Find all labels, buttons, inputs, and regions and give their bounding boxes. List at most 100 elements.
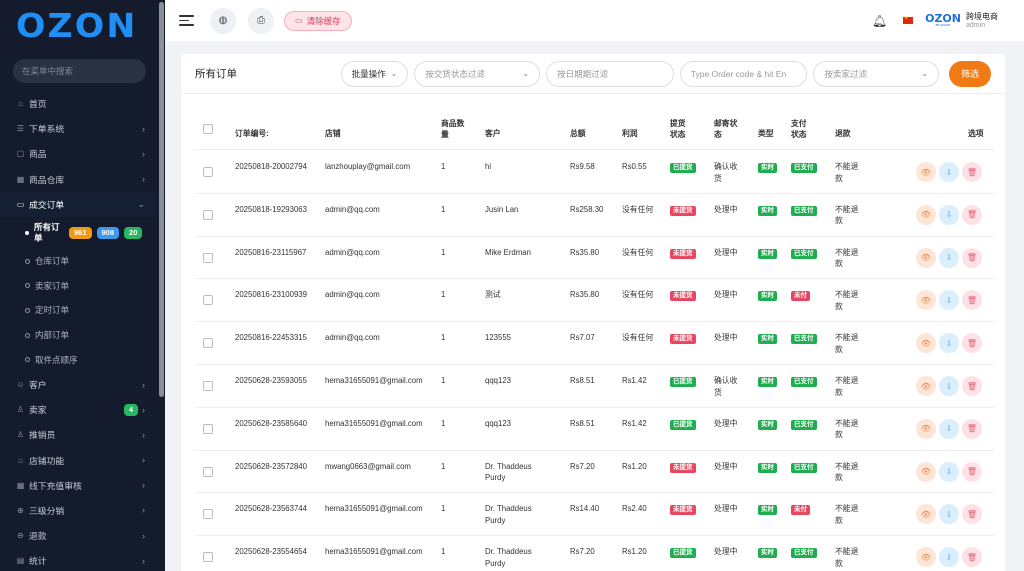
user-info[interactable]: 跨境电商 admin [966,12,998,30]
printer-icon[interactable]: ⎙ [248,7,274,34]
pickup-status-badge: 已提货 [670,163,696,173]
delete-order-button[interactable]: 🗑︎ [962,290,982,311]
bell-icon[interactable]: 🔔︎ [872,14,887,28]
menu-toggle-icon[interactable] [179,12,194,29]
order-code-input[interactable]: Type Order code & hit En [679,60,808,87]
bulk-actions-dropdown[interactable]: 批量操作 ⌄ [340,60,409,87]
download-invoice-button[interactable]: ⇩ [939,162,959,182]
sidebar-item-card[interactable]: ▭ 成交订单 ⌄ [0,191,165,217]
sidebar-item-stats[interactable]: ▤ 统计 › [0,548,165,571]
col-customer: 客户 [485,129,501,138]
sidebar-item-list[interactable]: ☰ 下单系统 › [0,116,165,141]
mini-logo[interactable]: OZON BE SMART [925,13,961,27]
table-row[interactable]: 20250816-23100939 admin@qq.com 1 测试 Rs35.80 没… [195,279,994,323]
delete-order-button[interactable]: 🗑︎ [962,204,982,225]
sidebar-scrollbar[interactable] [159,2,164,397]
view-order-button[interactable]: 👁︎ [916,376,936,396]
pickup-status-tag: 已提货 [670,418,696,430]
delete-order-button[interactable]: 🗑︎ [962,162,982,182]
view-order-button[interactable]: 👁︎ [916,333,936,354]
type-badge: 实时 [758,205,777,216]
delete-order-button[interactable]: 🗑︎ [962,418,982,439]
view-order-button[interactable]: 👁︎ [916,504,936,525]
delete-order-button[interactable]: 🗑︎ [962,376,982,396]
view-order-button[interactable]: 👁︎ [916,461,936,482]
row-checkbox[interactable] [203,509,213,520]
sidebar-subitem[interactable]: 取件点顺序 [0,347,165,372]
filter-button[interactable]: 筛选 [949,60,991,87]
sidebar-item-recharge[interactable]: ▦ 线下充值审核 › [0,473,165,498]
download-invoice-button[interactable]: ⇩ [939,418,959,439]
total-amount: Rs35.80 [570,247,600,257]
sidebar-item-store[interactable]: ⌂ 店铺功能 › [0,447,165,472]
sidebar-subitem[interactable]: 卖家订单 [0,274,165,299]
store-email: lanzhouplay@gmail.com [325,162,411,171]
view-order-button[interactable]: 👁︎ [916,547,936,568]
globe-icon[interactable]: ◍ [210,7,236,34]
payment-status-tag: 已支付 [791,247,817,259]
row-checkbox[interactable] [203,381,213,391]
seller-filter-select[interactable]: 按卖家过滤 ⌄ [813,60,940,87]
download-invoice-button[interactable]: ⇩ [939,290,959,311]
select-all-checkbox[interactable] [203,124,213,134]
delete-order-button[interactable]: 🗑︎ [962,504,982,525]
mail-status: 处理中 [714,504,738,514]
table-row[interactable]: 20250628-23593055 hema31655091@gmail.com 1… [195,365,994,408]
sidebar-item-distribution[interactable]: ⊕ 三级分销 › [0,498,165,523]
delete-order-button[interactable]: 🗑︎ [962,247,982,268]
download-invoice-button[interactable]: ⇩ [939,333,959,354]
sidebar-subitem[interactable]: 定时订单 [0,298,165,323]
download-invoice-button[interactable]: ⇩ [939,204,959,225]
view-order-button[interactable]: 👁︎ [916,290,936,311]
clear-cache-button[interactable]: ▭ 清除缓存 [284,10,352,31]
view-order-button[interactable]: 👁︎ [916,418,936,439]
download-invoice-button[interactable]: ⇩ [939,247,959,268]
download-invoice-button[interactable]: ⇩ [939,504,959,525]
sidebar-item-home[interactable]: ⌂ 首页 [0,91,165,116]
table-row[interactable]: 20250628-23572840 mwang0663@gmail.com 1 Dr.… [195,451,994,494]
view-order-button[interactable]: 👁︎ [916,247,936,268]
sidebar-item-customers[interactable]: ☺ 客户 › [0,372,165,397]
brand-logo[interactable]: OZON [0,0,165,50]
date-filter-input[interactable]: 按日期期过滤 [546,60,674,87]
table-row[interactable]: 20250816-23115967 admin@qq.com 1 Mike Erdma… [195,237,994,280]
row-checkbox[interactable] [203,167,213,177]
sidebar-item-bag[interactable]: ▢ 商品 › [0,141,165,166]
trash-icon: 🗑︎ [966,338,978,348]
sidebar-item-seller[interactable]: ♙ 卖家 4 › [0,397,165,422]
view-order-button[interactable]: 👁︎ [916,162,936,182]
row-checkbox[interactable] [203,295,213,306]
row-checkbox[interactable] [203,466,213,477]
delete-order-button[interactable]: 🗑︎ [962,333,982,354]
table-row[interactable]: 20250628-23585640 hema31655091@gmail.com 1… [195,408,994,451]
china-flag-icon[interactable] [903,15,914,24]
profit-amount: 没有任何 [622,333,654,343]
sidebar-item-warehouse[interactable]: ▦ 商品仓库 › [0,167,165,192]
download-invoice-button[interactable]: ⇩ [939,376,959,396]
row-checkbox[interactable] [203,252,213,263]
row-checkbox[interactable] [203,423,213,434]
download-invoice-button[interactable]: ⇩ [939,461,959,482]
row-checkbox[interactable] [203,338,213,349]
row-checkbox[interactable] [203,209,213,220]
sidebar-subitem[interactable]: 内部订单 [0,323,165,348]
delete-order-button[interactable]: 🗑︎ [962,461,982,482]
download-invoice-button[interactable]: ⇩ [939,547,959,568]
sidebar-item-refund[interactable]: ⊖ 退款 › [0,523,165,548]
table-row[interactable]: 20250818-19293063 admin@qq.com 1 Jusin Lan R… [195,194,994,237]
mail-status: 处理中 [714,204,738,214]
table-row[interactable]: 20250628-23563744 hema31655091@gmail.com 1… [195,493,994,537]
sidebar-subitem[interactable]: 所有订单 961 908 20 [0,217,165,249]
row-checkbox[interactable] [203,552,213,563]
delete-order-button[interactable]: 🗑︎ [962,547,982,568]
table-row[interactable]: 20250818-20002794 lanzhouplay@gmail.com 1 h… [195,151,994,194]
table-row[interactable]: 20250628-23554654 hema31655091@gmail.com 1… [195,536,994,571]
payment-status-badge: 未付 [791,291,810,302]
view-order-button[interactable]: 👁︎ [916,204,936,225]
table-row[interactable]: 20250816-22453315 admin@qq.com 1 123555 Rs7.… [195,322,994,365]
sidebar-item-promoter[interactable]: ♙ 推销员 › [0,422,165,447]
sidebar-subitem[interactable]: 仓库订单 [0,249,165,274]
menu-search-input[interactable]: 在菜单中搜索 [13,59,146,83]
delivery-status-select[interactable]: 按交货状态过滤 ⌄ [414,60,541,87]
type-badge: 实时 [758,248,777,259]
